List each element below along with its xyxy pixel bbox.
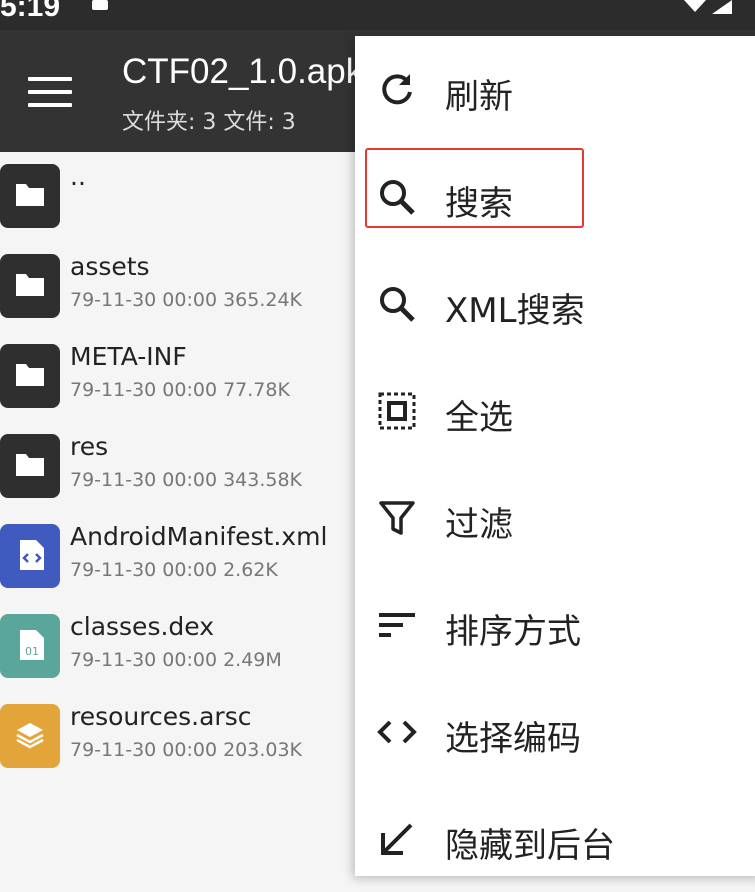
file-name: assets xyxy=(70,252,150,281)
filter-icon xyxy=(377,498,417,538)
wifi-icon xyxy=(684,0,706,12)
svg-text:01: 01 xyxy=(25,645,39,658)
menu-item-label: 过滤 xyxy=(445,505,513,545)
highlight-box xyxy=(365,148,584,228)
status-bar: 5:19 xyxy=(0,0,755,30)
list-item[interactable]: assets 79-11-30 00:00 365.24K xyxy=(0,242,360,332)
file-meta: 79-11-30 00:00 203.03K xyxy=(70,739,303,761)
menu-item-label: 选择编码 xyxy=(445,719,581,759)
search-icon xyxy=(377,284,417,324)
menu-item-sort[interactable]: 排序方式 xyxy=(355,571,755,678)
list-item[interactable]: 01 classes.dex 79-11-30 00:00 2.49M xyxy=(0,602,360,692)
menu-item-xml-search[interactable]: XML搜索 xyxy=(355,250,755,357)
hamburger-menu-icon[interactable] xyxy=(28,77,72,107)
list-item[interactable]: META-INF 79-11-30 00:00 77.78K xyxy=(0,332,360,422)
file-name: AndroidManifest.xml xyxy=(70,522,328,551)
folder-file-count: 文件夹: 3 文件: 3 xyxy=(122,110,296,135)
sort-icon xyxy=(377,605,417,645)
refresh-icon xyxy=(377,70,417,110)
folder-icon xyxy=(0,164,60,228)
menu-item-label: 全选 xyxy=(445,398,513,438)
list-item[interactable]: AndroidManifest.xml 79-11-30 00:00 2.62K xyxy=(0,512,360,602)
list-item[interactable]: res 79-11-30 00:00 343.58K xyxy=(0,422,360,512)
file-name: resources.arsc xyxy=(70,702,252,731)
file-name: classes.dex xyxy=(70,612,215,641)
file-meta: 79-11-30 00:00 2.49M xyxy=(70,649,282,671)
page-title: CTF02_1.0.apk xyxy=(122,52,364,91)
file-meta: 79-11-30 00:00 343.58K xyxy=(70,469,303,491)
menu-item-hide-background[interactable]: 隐藏到后台 xyxy=(355,785,755,892)
list-item[interactable]: .. xyxy=(0,152,360,242)
menu-item-label: 排序方式 xyxy=(445,612,581,652)
menu-item-label: 刷新 xyxy=(445,77,513,117)
file-meta: 79-11-30 00:00 365.24K xyxy=(70,289,303,311)
menu-item-encoding[interactable]: 选择编码 xyxy=(355,678,755,785)
menu-item-refresh[interactable]: 刷新 xyxy=(355,36,755,143)
arrow-down-left-icon xyxy=(377,819,417,859)
dex-file-icon: 01 xyxy=(0,614,60,678)
file-meta: 79-11-30 00:00 77.78K xyxy=(70,379,290,401)
folder-icon xyxy=(0,344,60,408)
menu-item-label: XML搜索 xyxy=(445,291,585,331)
file-name: .. xyxy=(70,162,86,191)
menu-item-select-all[interactable]: 全选 xyxy=(355,357,755,464)
folder-icon xyxy=(0,254,60,318)
select-all-icon xyxy=(377,391,417,431)
menu-item-label: 隐藏到后台 xyxy=(445,826,615,866)
notification-icon xyxy=(92,0,108,10)
code-icon xyxy=(377,712,417,752)
menu-item-filter[interactable]: 过滤 xyxy=(355,464,755,571)
xml-file-icon xyxy=(0,524,60,588)
file-name: META-INF xyxy=(70,342,187,371)
signal-icon xyxy=(712,0,732,14)
arsc-file-icon xyxy=(0,704,60,768)
status-time: 5:19 xyxy=(0,0,61,23)
file-meta: 79-11-30 00:00 2.62K xyxy=(70,559,278,581)
folder-icon xyxy=(0,434,60,498)
list-item[interactable]: resources.arsc 79-11-30 00:00 203.03K xyxy=(0,692,360,782)
file-name: res xyxy=(70,432,109,461)
